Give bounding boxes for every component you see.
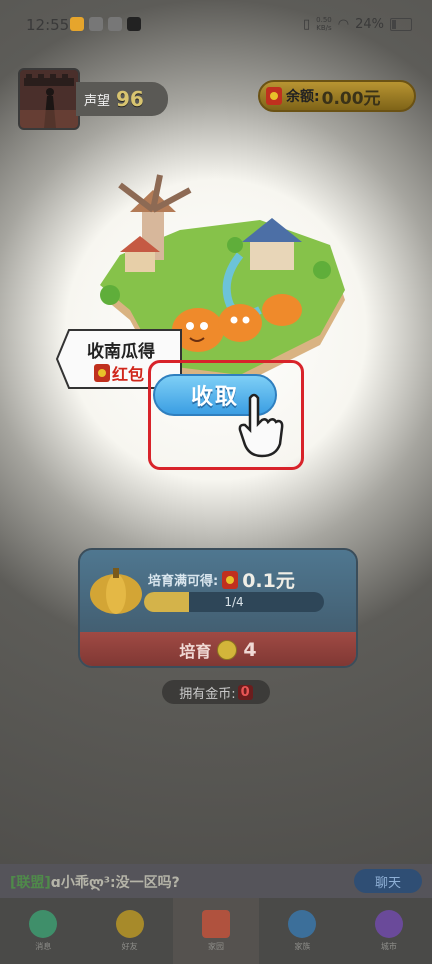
tiktok-notification-icon xyxy=(127,17,141,31)
nav-item-city[interactable]: 城市 xyxy=(346,898,432,964)
nav-label: 好友 xyxy=(121,942,138,951)
nav-item-home[interactable]: 家园 xyxy=(172,898,260,964)
balance-value: 0.00元 xyxy=(321,88,381,109)
chat-button[interactable]: 聊天 xyxy=(354,869,422,893)
coins-label: 拥有金币: xyxy=(179,686,236,702)
red-envelope-icon xyxy=(266,87,282,105)
nav-label: 家园 xyxy=(208,942,225,951)
harvest-tip-line2: 红包 xyxy=(94,361,144,385)
battery-icon xyxy=(390,17,412,31)
red-envelope-icon xyxy=(94,364,110,382)
wifi-icon: ◠ xyxy=(337,16,350,32)
message-icon xyxy=(29,910,58,938)
app-notification-icon xyxy=(70,17,84,31)
reputation-label: 声望 xyxy=(84,93,111,109)
nav-item-messages[interactable]: 消息 xyxy=(0,898,86,964)
harvest-tip-reward: 红包 xyxy=(112,365,145,384)
grow-reward-label: 培育满可得: xyxy=(148,574,219,589)
nav-label: 消息 xyxy=(35,942,52,951)
grow-reward: 培育满可得: 0.1元 xyxy=(148,566,295,593)
nav-item-family[interactable]: 家族 xyxy=(259,898,345,964)
pointing-hand-icon xyxy=(238,393,284,458)
status-time: 12:55 xyxy=(26,16,70,34)
grow-progress-text: 1/4 xyxy=(224,595,244,609)
avatar-image xyxy=(20,70,78,128)
nav-label: 城市 xyxy=(380,942,397,951)
grow-card: 培育满可得: 0.1元 1/4 培育 4 xyxy=(78,548,358,668)
chat-channel-tag: [联盟] xyxy=(10,875,51,891)
grow-button[interactable]: 培育 4 xyxy=(80,632,356,666)
balance-label: 余额: xyxy=(286,89,320,105)
avatar[interactable] xyxy=(18,68,80,130)
city-icon xyxy=(374,910,403,938)
harvest-tip-line1: 收南瓜得 xyxy=(87,342,155,362)
reputation-badge: 声望 96 xyxy=(76,82,168,116)
coin-icon xyxy=(217,640,238,660)
network-speed: 0.50 KB/s xyxy=(316,16,332,32)
pumpkin-icon xyxy=(90,568,142,614)
grow-reward-value: 0.1元 xyxy=(242,570,295,592)
vibrate-icon: ▯ xyxy=(303,16,311,32)
balance-badge[interactable]: 余额: 0.00元 xyxy=(258,80,416,112)
grow-cost: 4 xyxy=(243,639,257,661)
home-icon xyxy=(202,910,231,938)
chat-message: [联盟]ɑ小乖ლ³:没一区吗? xyxy=(10,872,180,892)
app-notification-icon xyxy=(89,17,103,31)
grow-button-label: 培育 xyxy=(179,642,212,661)
nav-label: 家族 xyxy=(294,942,311,951)
battery-percent: 24% xyxy=(355,16,384,32)
red-envelope-icon xyxy=(222,570,239,589)
notification-icons xyxy=(70,17,141,31)
friend-icon xyxy=(115,910,144,938)
grow-progress-bar: 1/4 xyxy=(144,592,324,612)
coins-value: 0 xyxy=(237,684,253,700)
reputation-value: 96 xyxy=(116,87,144,111)
coins-owned: 拥有金币: 0 xyxy=(162,680,270,704)
status-indicators: ▯ 0.50 KB/s ◠ 24% xyxy=(303,16,412,32)
nav-item-friends[interactable]: 好友 xyxy=(86,898,172,964)
mail-notification-icon xyxy=(108,17,122,31)
status-bar: 12:55 ▯ 0.50 KB/s ◠ 24% xyxy=(0,0,432,50)
chat-message-text: ɑ小乖ლ³:没一区吗? xyxy=(50,875,180,891)
family-icon xyxy=(288,910,317,938)
bottom-nav: 消息 好友 家园 家族 城市 xyxy=(0,898,432,964)
